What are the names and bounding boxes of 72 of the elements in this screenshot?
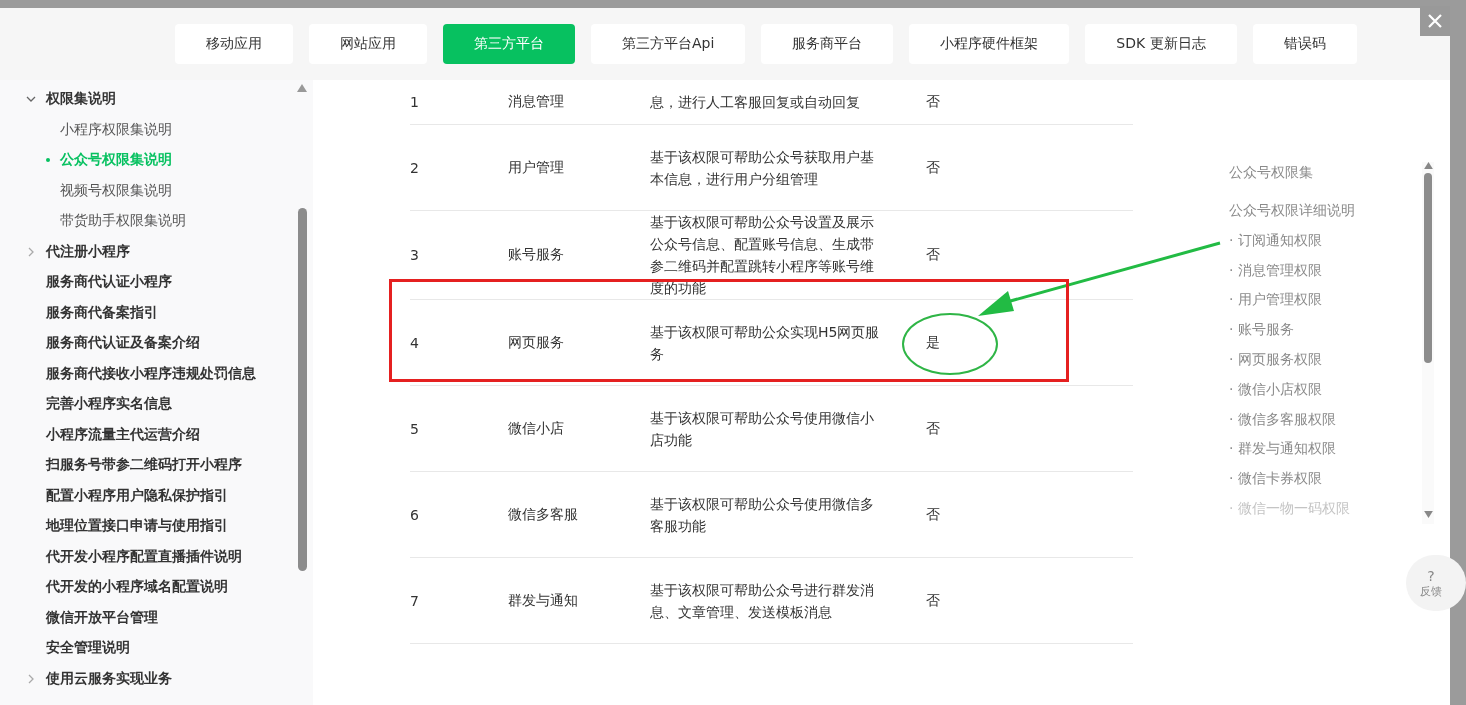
table-cell-text: 消息管理 [508, 93, 565, 111]
table-cell-text: 基于该权限可帮助公众号获取用户基本信息，进行用户分组管理 [650, 147, 875, 189]
table-cell-text: 3 [410, 247, 420, 263]
toc-link[interactable]: · 微信小店权限 [1229, 374, 1422, 405]
sidebar-item[interactable]: 地理位置接口申请与使用指引 [46, 517, 228, 536]
sidebar-item[interactable]: 权限集说明 [46, 90, 116, 109]
tab[interactable]: 移动应用 [175, 24, 293, 64]
table-cell-text: 基于该权限可帮助公众号进行群发消息、文章管理、发送模板消息 [650, 580, 875, 622]
scroll-up-arrow-icon[interactable] [297, 84, 307, 92]
sidebar-item[interactable]: 服务商代认证小程序 [46, 273, 172, 292]
toc-link[interactable]: · 网页服务权限 [1229, 345, 1422, 375]
sidebar-item[interactable]: 小程序流量主代运营介绍 [46, 425, 200, 444]
bullet-dot [46, 158, 50, 163]
tab[interactable]: 错误码 [1252, 24, 1357, 64]
table-cell: 否 [926, 419, 940, 436]
close-icon [1427, 13, 1443, 29]
table-cell-text: 7 [410, 592, 420, 609]
toc-link[interactable]: · 消息管理权限 [1229, 255, 1422, 286]
toc-link[interactable]: · 微信卡券权限 [1229, 464, 1422, 494]
table-cell-text: 群发与通知 [508, 591, 579, 610]
scrollbar-thumb[interactable] [1424, 173, 1432, 363]
table-cell-text: 4 [410, 334, 420, 351]
scrollbar-thumb[interactable] [297, 208, 307, 571]
sidebar-item[interactable]: 服务商代接收小程序违规处罚信息 [46, 364, 256, 383]
table-cell-text: 息，进行人工客服回复或自动回复 [650, 93, 861, 112]
tab[interactable]: 第三方平台Api [591, 24, 746, 64]
sidebar-subitem[interactable]: 视频号权限集说明 [60, 181, 172, 200]
table-cell-text: 基于该权限可帮助公众号使用微信小店功能 [650, 408, 875, 450]
table-cell-text: 5 [410, 420, 420, 437]
table-cell-text: 6 [410, 506, 420, 523]
sidebar-item[interactable]: 完善小程序实名信息 [46, 395, 172, 414]
table-cell: 否 [926, 591, 940, 608]
table-cell-text: 基于该权限可帮助公众实现H5网页服务 [650, 322, 881, 364]
sidebar-item[interactable]: 微信开放平台管理 [46, 608, 158, 627]
toc-link[interactable]: 公众号权限详细说明 [1229, 196, 1422, 226]
table-cell: 否 [926, 158, 940, 175]
table-cell: 否 [926, 505, 940, 522]
table-cell-text: 网页服务 [508, 333, 565, 352]
table-cell-text: 2 [410, 159, 420, 176]
table-cell: 是 [926, 333, 940, 350]
tab[interactable]: 服务商平台 [761, 24, 894, 64]
toc-link[interactable]: · 用户管理权限 [1229, 285, 1422, 316]
table-cell: 否 [926, 246, 940, 262]
tab[interactable]: 网站应用 [309, 24, 427, 64]
toc-link[interactable]: 公众号权限集 [1229, 162, 1422, 196]
table-cell-text: 基于该权限可帮助公众号设置及展示公众号信息、配置账号信息、生成带参二维码并配置跳转小程序等账号维度的功能 [650, 213, 875, 298]
table-cell-text: 用户管理 [508, 158, 565, 177]
sidebar-item[interactable]: 代开发的小程序域名配置说明 [46, 578, 228, 597]
scroll-up-arrow-icon[interactable] [1423, 162, 1433, 169]
scroll-down-arrow-icon[interactable] [1423, 511, 1433, 518]
sidebar-subitem[interactable]: 小程序权限集说明 [60, 120, 172, 139]
sidebar-item[interactable]: 代注册小程序 [46, 242, 130, 261]
sidebar-item[interactable]: 服务商代认证及备案介绍 [46, 334, 200, 353]
sidebar-item[interactable]: 安全管理说明 [46, 639, 130, 658]
table-cell-text: 微信小店 [508, 419, 565, 438]
toc-link[interactable]: · 微信多客服权限 [1229, 404, 1422, 435]
tab[interactable]: 小程序硬件框架 [909, 24, 1070, 64]
sidebar-subitem[interactable]: 带货助手权限集说明 [60, 212, 186, 231]
table-cell: 否 [926, 93, 940, 109]
sidebar-item[interactable]: 使用云服务实现业务 [46, 669, 172, 688]
toc-link[interactable]: · 账号服务 [1229, 315, 1422, 345]
toc-link[interactable]: · 订阅通知权限 [1229, 225, 1422, 256]
sidebar-item[interactable]: 代开发小程序配置直播插件说明 [46, 547, 242, 566]
table-cell-text: 1 [410, 94, 420, 110]
table-cell-text: 基于该权限可帮助公众号使用微信多客服功能 [650, 494, 875, 536]
table-cell-text: 微信多客服 [508, 505, 579, 524]
sidebar-item[interactable]: 扫服务号带参二维码打开小程序 [46, 456, 242, 475]
sidebar-item[interactable]: 配置小程序用户隐私保护指引 [46, 486, 228, 505]
table-cell-text: 账号服务 [508, 246, 565, 264]
toc-link[interactable]: · 群发与通知权限 [1229, 434, 1422, 465]
tab[interactable]: SDK 更新日志 [1085, 24, 1237, 64]
sidebar-item[interactable]: 服务商代备案指引 [46, 303, 158, 322]
